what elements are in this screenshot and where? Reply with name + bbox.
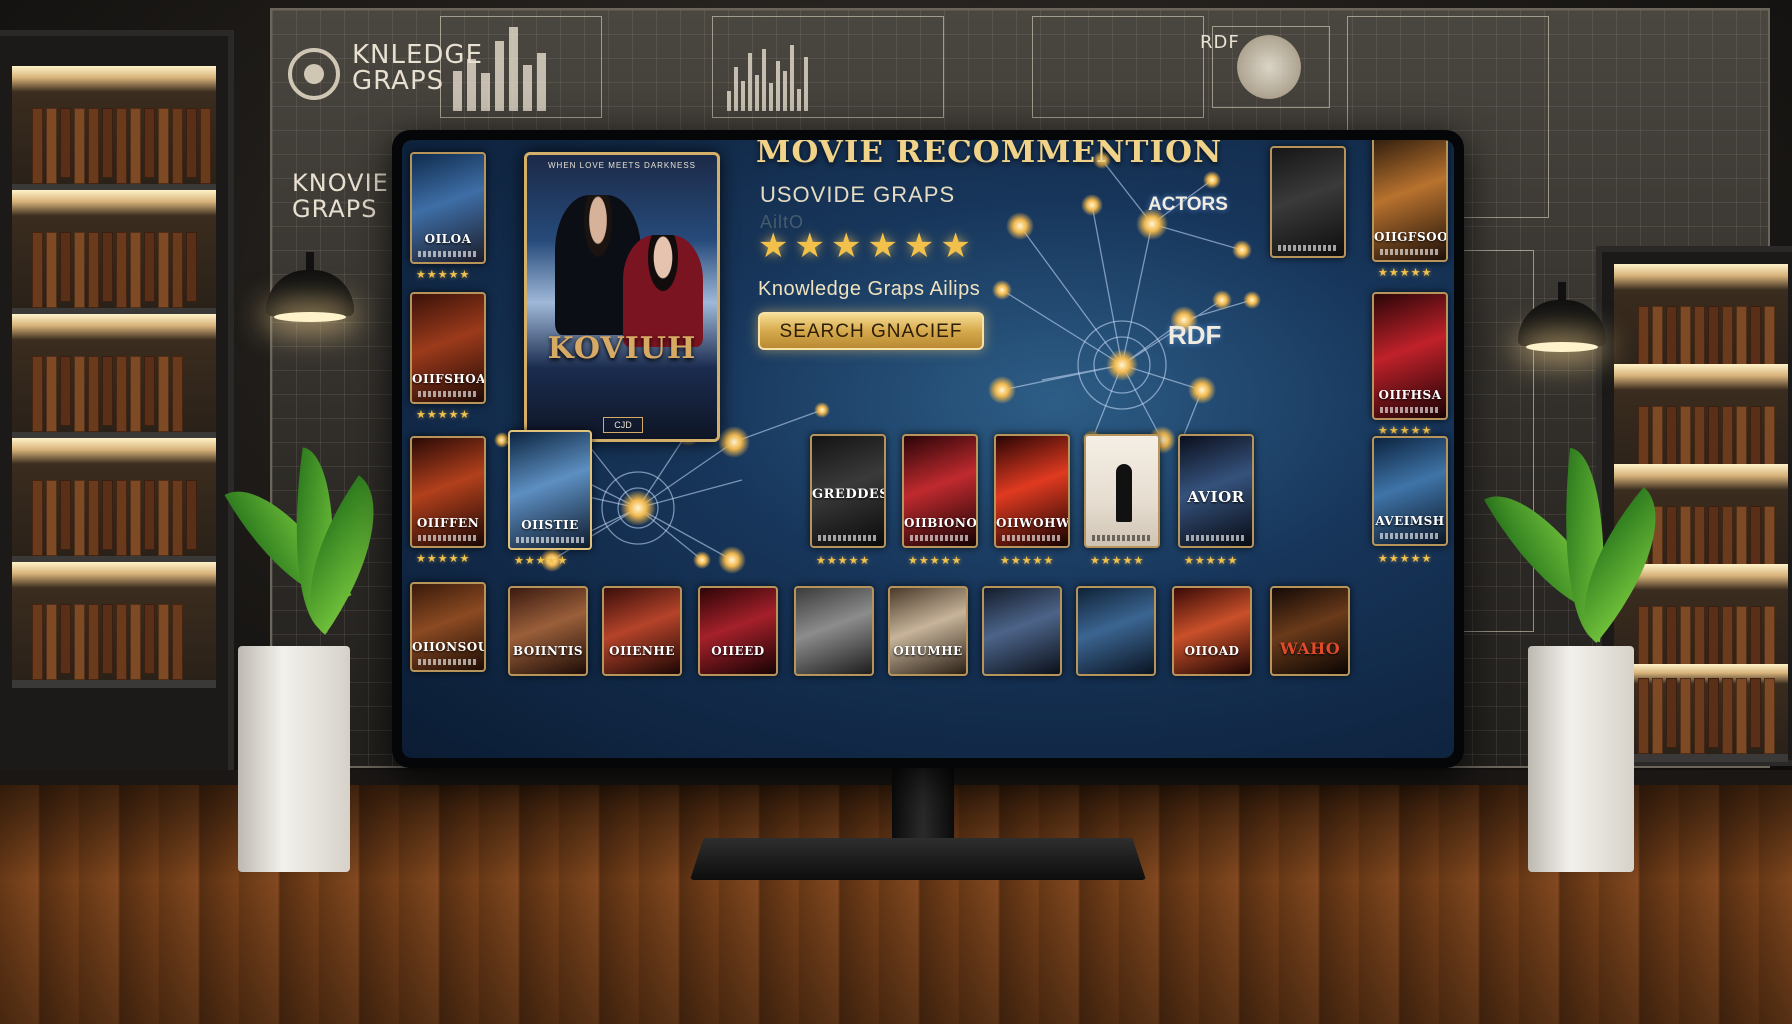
poster-row4-5[interactable]: OIIUMHE: [888, 586, 968, 676]
poster-row3-5-stars: ★★★★★: [1090, 555, 1145, 567]
wall-logo-text: KNLEDGE GRAPS: [352, 40, 484, 96]
poster-row3-2-stars: ★★★★★: [816, 555, 871, 567]
poster-row4-9[interactable]: WAHO: [1270, 586, 1350, 676]
rating-stars: ★★★★★★: [758, 227, 977, 265]
poster-left-2[interactable]: OIIFSHOA: [410, 292, 486, 404]
wall-lamp-left-icon: [266, 252, 354, 322]
poster-left-1-stars: ★★★★★: [416, 269, 471, 281]
knowledge-graph-caption: Knowledge Graps Ailips: [758, 278, 981, 300]
poster-row3-2[interactable]: GREDDES: [810, 434, 886, 548]
poster-row4-3[interactable]: OIIEED: [698, 586, 778, 676]
poster-row3-5[interactable]: [1084, 434, 1160, 548]
wall-lamp-right-icon: [1518, 282, 1606, 352]
poster-right-3-stars: ★★★★★: [1378, 553, 1433, 565]
poster-row4-6[interactable]: [982, 586, 1062, 676]
poster-left-1[interactable]: OILOA: [410, 152, 486, 264]
poster-row3-6[interactable]: AVIOR: [1178, 434, 1254, 548]
poster-row4-2[interactable]: OIIENHE: [602, 586, 682, 676]
poster-right-2[interactable]: OIIFHSA: [1372, 292, 1448, 420]
knowledge-graph-logo-icon: [288, 48, 340, 100]
poster-row3-4[interactable]: OIIWOHWITE: [994, 434, 1070, 548]
poster-left-4[interactable]: OIIONSOU: [410, 582, 486, 672]
featured-movie-title: KOVIUH: [547, 331, 697, 366]
poster-left-3[interactable]: OIIFFEN: [410, 436, 486, 548]
search-button[interactable]: SEARCH GNACIEF: [758, 312, 984, 350]
poster-row3-3-stars: ★★★★★: [908, 555, 963, 567]
poster-row3-3[interactable]: OIIBIONOFDE: [902, 434, 978, 548]
app-subtitle: USOVIDE GRAPS: [760, 182, 956, 207]
poster-right-3[interactable]: AVEIMSH: [1372, 436, 1448, 546]
actors-card[interactable]: [1270, 146, 1346, 258]
app-title: MOVIE RECOMMENTION: [756, 140, 1223, 170]
poster-row3-4-stars: ★★★★★: [1000, 555, 1055, 567]
wall-side-text: KNOVIE GRAPS: [292, 169, 389, 223]
poster-right-1[interactable]: OIIGFSOOU: [1372, 140, 1448, 262]
poster-row3-6-stars: ★★★★★: [1184, 555, 1239, 567]
poster-row3-1[interactable]: OIISTIE: [508, 430, 592, 550]
poster-left-3-stars: ★★★★★: [416, 553, 471, 565]
monitor-stand-base: [690, 838, 1146, 880]
sketch-line-chart: [712, 16, 944, 118]
actors-label: ACTORS: [1148, 194, 1228, 215]
featured-movie-poster[interactable]: WHEN LOVE MEETS DARKNESS KOVIUH CJD: [524, 152, 720, 442]
rdf-label: RDF: [1168, 320, 1222, 350]
poster-row4-4[interactable]: [794, 586, 874, 676]
featured-tagline: WHEN LOVE MEETS DARKNESS: [547, 161, 697, 170]
poster-row4-1[interactable]: BOIINTIS: [508, 586, 588, 676]
poster-row3-1-stars: ★★★★★: [514, 555, 569, 567]
silhouette-icon: [1116, 464, 1132, 522]
poster-row4-8[interactable]: OIIOAD: [1172, 586, 1252, 676]
movie-recommendation-screen: WHEN LOVE MEETS DARKNESS KOVIUH CJD MOVI…: [402, 140, 1454, 758]
poster-right-1-stars: ★★★★★: [1378, 267, 1433, 279]
poster-left-2-stars: ★★★★★: [416, 409, 471, 421]
featured-movie-badge: CJD: [603, 417, 643, 433]
left-bookshelf: [0, 30, 234, 790]
sketch-rdf-panel: [1032, 16, 1204, 118]
poster-row4-7[interactable]: [1076, 586, 1156, 676]
wall-rdf-text: RDF: [1200, 32, 1240, 53]
